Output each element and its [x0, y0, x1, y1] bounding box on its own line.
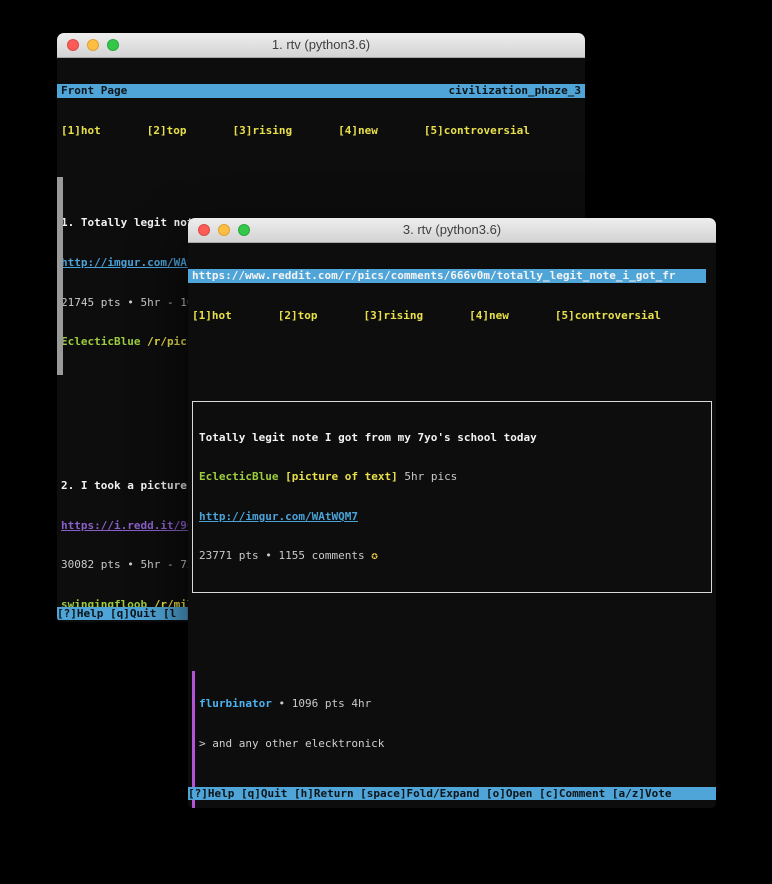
- tab-new[interactable]: [4]new: [338, 124, 378, 137]
- post-subreddit[interactable]: /r/pics: [147, 335, 193, 348]
- close-button[interactable]: [198, 224, 210, 236]
- tab-rising[interactable]: [3]rising: [233, 124, 293, 137]
- vote-indicator: •: [127, 296, 134, 309]
- submission-title: Totally legit note I got from my 7yo's s…: [199, 431, 711, 444]
- tab-new[interactable]: [4]new: [469, 309, 509, 322]
- tab-hot[interactable]: [1]hot: [192, 309, 232, 322]
- submission-link[interactable]: http://imgur.com/WAtWQM7: [199, 510, 358, 523]
- page-header: Front Page civilization_phaze_3: [57, 84, 585, 97]
- submission-points: 23771 pts • 1155 comments: [199, 549, 365, 562]
- sort-menu: [1]hot [2]top [3]rising [4]new [5]controvers…: [61, 124, 581, 137]
- minimize-button[interactable]: [218, 224, 230, 236]
- tab-top[interactable]: [2]top: [278, 309, 318, 322]
- sort-menu: [1]hot [2]top [3]rising [4]new [5]controvers…: [192, 309, 712, 322]
- comment-meta: • 1096 pts 4hr: [278, 697, 371, 710]
- close-button[interactable]: [67, 39, 79, 51]
- submission-url-header: https://www.reddit.com/r/pics/comments/6…: [188, 269, 706, 282]
- page-title: Front Page: [61, 84, 127, 97]
- tab-rising[interactable]: [3]rising: [364, 309, 424, 322]
- traffic-lights: [198, 224, 250, 236]
- gilded-icon: ✪: [371, 549, 378, 562]
- submission-info: 5hr pics: [404, 470, 457, 483]
- window-title: 3. rtv (python3.6): [403, 222, 501, 237]
- window-comments: 3. rtv (python3.6) https://www.reddit.co…: [188, 218, 716, 808]
- vote-indicator: •: [127, 558, 134, 571]
- tab-hot[interactable]: [1]hot: [61, 124, 101, 137]
- selection-cursor: [57, 177, 63, 375]
- submission-box[interactable]: Totally legit note I got from my 7yo's s…: [192, 401, 712, 593]
- status-bar: [?]Help [q]Quit [h]Return [space]Fold/Ex…: [188, 787, 716, 800]
- tab-controversial[interactable]: [5]controversial: [424, 124, 530, 137]
- comment-body-line: > and any other elecktronick: [199, 737, 712, 750]
- titlebar[interactable]: 3. rtv (python3.6): [188, 218, 716, 243]
- username-logged-in: civilization_phaze_3: [449, 84, 581, 97]
- titlebar[interactable]: 1. rtv (python3.6): [57, 33, 585, 58]
- submission-flair: [picture of text]: [285, 470, 398, 483]
- window-title: 1. rtv (python3.6): [272, 37, 370, 52]
- post-points: 21745 pts: [61, 296, 121, 309]
- post-points: 30082 pts: [61, 558, 121, 571]
- tab-top[interactable]: [2]top: [147, 124, 187, 137]
- terminal: https://www.reddit.com/r/pics/comments/6…: [188, 243, 716, 808]
- traffic-lights: [67, 39, 119, 51]
- submission-author[interactable]: EclecticBlue: [199, 470, 278, 483]
- comment-author[interactable]: flurbinator: [199, 697, 272, 710]
- tab-controversial[interactable]: [5]controversial: [555, 309, 661, 322]
- minimize-button[interactable]: [87, 39, 99, 51]
- zoom-button[interactable]: [107, 39, 119, 51]
- zoom-button[interactable]: [238, 224, 250, 236]
- post-author[interactable]: EclecticBlue: [61, 335, 140, 348]
